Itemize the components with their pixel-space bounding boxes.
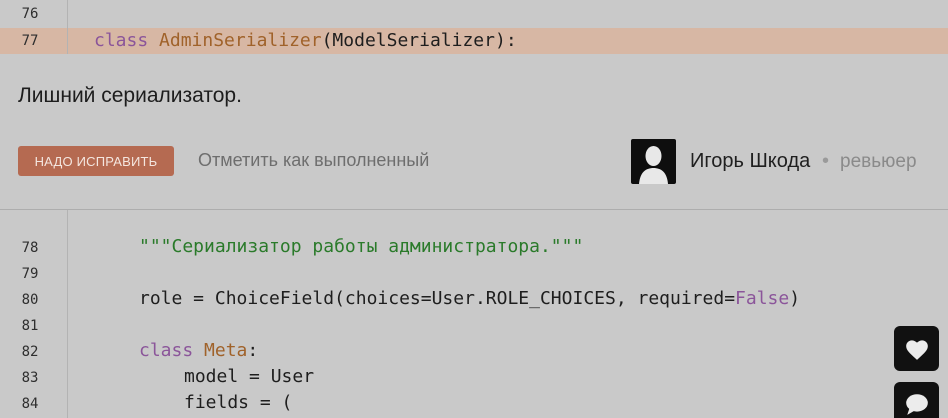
- line-gutter: 83: [0, 364, 68, 390]
- line-number: 81: [21, 318, 39, 334]
- code-text: model = User: [184, 366, 315, 387]
- line-number: 83: [21, 370, 39, 386]
- line-gutter: 82: [0, 338, 68, 364]
- heart-icon: [905, 339, 928, 360]
- class-name: Meta: [204, 340, 248, 361]
- avatar[interactable]: [631, 139, 676, 184]
- keyword: False: [735, 288, 790, 309]
- comment-text: Лишний сериализатор.: [18, 84, 242, 107]
- keyword: class: [139, 340, 194, 361]
- chat-icon: [905, 394, 928, 415]
- line-number: 84: [21, 396, 39, 412]
- code-rest: :: [247, 340, 259, 361]
- author-role: ревьюер: [840, 151, 917, 172]
- line-gutter: 77: [0, 28, 68, 54]
- line-gutter: 76: [0, 0, 68, 28]
- code-post: ): [789, 288, 801, 309]
- line-gutter: 84: [0, 390, 68, 418]
- code-rest: (ModelSerializer):: [321, 30, 517, 51]
- code-text: role = ChoiceField(choices=User.ROLE_CHO…: [139, 288, 800, 309]
- line-number: 76: [21, 6, 39, 22]
- code-line-84: 84 fields = (: [0, 390, 948, 418]
- line-gutter: 80: [0, 286, 68, 312]
- code-text: class Meta:: [139, 340, 258, 361]
- code-line-81: 81: [0, 312, 948, 338]
- author-name[interactable]: Игорь Шкода: [690, 150, 810, 173]
- line-gutter: 78: [0, 234, 68, 260]
- review-comment: Лишний сериализатор. НАДО ИСПРАВИТЬ Отме…: [0, 54, 948, 210]
- code-line-76: 76: [0, 0, 948, 28]
- code-text: fields = (: [184, 392, 293, 413]
- mark-done-link[interactable]: Отметить как выполненный: [198, 150, 429, 171]
- chat-button[interactable]: [894, 382, 939, 418]
- line-gutter: [0, 210, 68, 236]
- like-button[interactable]: [894, 326, 939, 371]
- code-pre: role = ChoiceField(choices=User.ROLE_CHO…: [139, 288, 736, 309]
- line-number: 80: [21, 292, 39, 308]
- needs-fix-button[interactable]: НАДО ИСПРАВИТЬ: [18, 146, 174, 176]
- code-line-79: 79: [0, 260, 948, 286]
- line-number: 78: [21, 240, 39, 256]
- user-silhouette-icon: [639, 146, 668, 184]
- line-number: 82: [21, 344, 39, 360]
- code-line-83: 83 model = User: [0, 364, 948, 390]
- docstring: """Сериализатор работы администратора.""…: [139, 236, 584, 257]
- line-number: 79: [21, 266, 39, 282]
- code-line-78: 78 """Сериализатор работы администратора…: [0, 234, 948, 260]
- code-text: class AdminSerializer(ModelSerializer):: [94, 30, 517, 51]
- code-line-77-highlighted[interactable]: 77 class AdminSerializer(ModelSerializer…: [0, 28, 948, 54]
- line-number: 77: [21, 33, 39, 49]
- keyword: class: [94, 30, 149, 51]
- separator-dot: •: [822, 150, 830, 172]
- code-line-82: 82 class Meta:: [0, 338, 948, 364]
- line-gutter: 79: [0, 260, 68, 286]
- code-line-80: 80 role = ChoiceField(choices=User.ROLE_…: [0, 286, 948, 312]
- class-name: AdminSerializer: [159, 30, 322, 51]
- line-gutter: 81: [0, 312, 68, 338]
